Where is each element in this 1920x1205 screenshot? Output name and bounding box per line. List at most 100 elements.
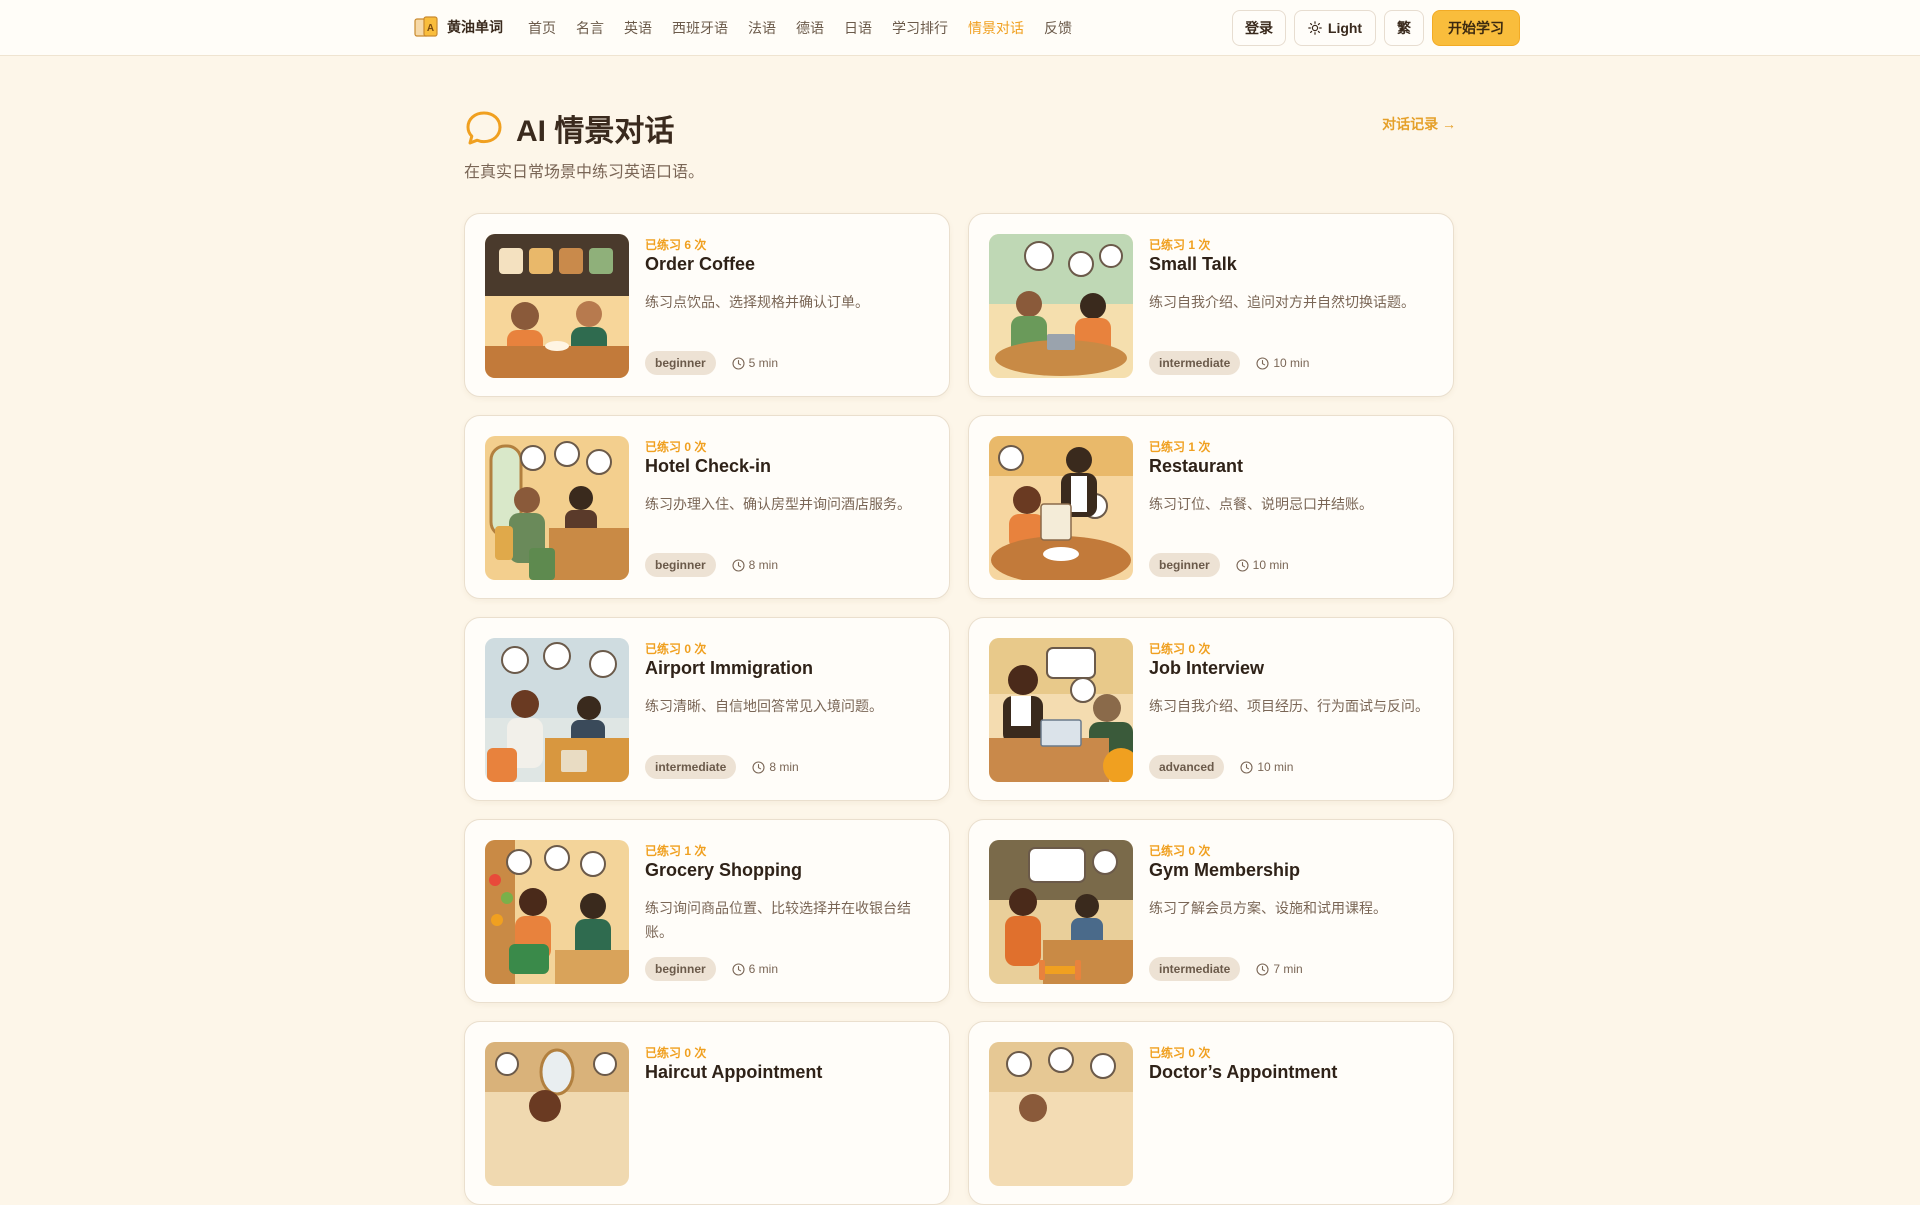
butter-logo-icon: A [414,16,438,37]
nav-spanish[interactable]: 西班牙语 [672,18,728,38]
duration: 10 min [1240,760,1293,774]
scenario-title: Restaurant [1149,456,1244,476]
practiced-count: 已练习 0 次 [645,642,707,656]
svg-text:A: A [427,23,434,34]
scenario-title: Airport Immigration [645,658,814,678]
level-badge: beginner [645,553,716,577]
coffee-scene-icon [485,234,629,378]
scenario-card-haircut-appointment[interactable]: 已练习 0 次 Haircut Appointment [464,1021,950,1205]
clock-icon [1236,558,1249,572]
scenario-description: 练习清晰、自信地回答常见入境问题。 [645,698,883,714]
gym-scene-icon [989,840,1133,984]
scenario-card-hotel-check-in[interactable]: 已练习 0 次 Hotel Check-in 练习办理入住、确认房型并询问酒店服… [464,415,950,599]
duration: 10 min [1256,356,1309,370]
clock-icon [752,760,765,774]
conversation-history-link[interactable]: 对话记录 → [1382,114,1456,134]
theme-label: Light [1327,20,1363,36]
practiced-count: 已练习 0 次 [1149,642,1211,656]
sun-icon [1308,21,1322,35]
speech-bubble-icon [466,111,502,145]
traditional-chinese-button[interactable]: 繁 [1384,10,1424,46]
scenario-title: Grocery Shopping [645,860,803,880]
scenario-title: Hotel Check-in [645,456,772,476]
scenario-meta: advanced 10 min [1149,755,1293,779]
nav-english[interactable]: 英语 [624,18,652,38]
scenario-meta: beginner 5 min [645,351,778,375]
nav-quotes[interactable]: 名言 [576,18,604,38]
scenario-meta: beginner 8 min [645,553,778,577]
chat-scene-icon [989,234,1133,378]
scenario-description: 练习了解会员方案、设施和试用课程。 [1149,900,1387,916]
duration-label: 8 min [748,558,779,572]
duration-label: 5 min [748,356,779,370]
scenario-card-order-coffee[interactable]: 已练习 6 次 Order Coffee 练习点饮品、选择规格并确认订单。 be… [464,213,950,397]
practiced-count: 已练习 0 次 [645,1046,707,1060]
level-badge: intermediate [1149,351,1241,375]
duration-label: 10 min [1252,558,1289,572]
scenario-meta: intermediate 10 min [1149,351,1309,375]
scenario-card-job-interview[interactable]: 已练习 0 次 Job Interview 练习自我介绍、项目经历、行为面试与反… [968,617,1454,801]
duration: 6 min [732,962,778,976]
practiced-count: 已练习 0 次 [1149,844,1211,858]
nav-scenario-dialogue[interactable]: 情景对话 [968,18,1024,38]
hotel-scene-icon [485,436,629,580]
interview-scene-icon [989,638,1133,782]
page-subtitle: 在真实日常场景中练习英语口语。 [464,164,705,181]
traditional-label: 繁 [1397,20,1411,36]
page-title: AI 情景对话 [516,115,675,148]
scenario-description: 练习询问商品位置、比较选择并在收银台结账。 [645,900,911,940]
scenario-meta: intermediate 7 min [1149,957,1303,981]
nav-home[interactable]: 首页 [528,18,556,38]
clock-icon [1256,356,1269,370]
practiced-count: 已练习 0 次 [1149,1046,1211,1060]
theme-toggle-button[interactable]: Light [1294,10,1376,46]
header-actions: 登录 Light 繁 开始学习 [1232,10,1520,46]
nav-feedback[interactable]: 反馈 [1044,18,1072,38]
level-badge: beginner [1149,553,1220,577]
scenario-description: 练习自我介绍、项目经历、行为面试与反问。 [1149,698,1429,714]
restaurant-scene-icon [989,436,1133,580]
scenario-title: Job Interview [1149,658,1265,678]
scenario-card-grocery-shopping[interactable]: 已练习 1 次 Grocery Shopping 练习询问商品位置、比较选择并在… [464,819,950,1003]
nav-japanese[interactable]: 日语 [844,18,872,38]
level-badge: intermediate [645,755,737,779]
scenario-card-small-talk[interactable]: 已练习 1 次 Small Talk 练习自我介绍、追问对方并自然切换话题。 i… [968,213,1454,397]
scenario-meta: beginner 6 min [645,957,778,981]
practiced-count: 已练习 6 次 [645,238,707,252]
scenario-meta: beginner 10 min [1149,553,1289,577]
scenario-card-restaurant[interactable]: 已练习 1 次 Restaurant 练习订位、点餐、说明忌口并结账。 begi… [968,415,1454,599]
duration: 5 min [732,356,778,370]
duration-label: 8 min [769,760,799,774]
duration-label: 10 min [1257,760,1294,774]
level-badge: beginner [645,957,716,981]
duration-label: 6 min [748,962,779,976]
nav-german[interactable]: 德语 [796,18,824,38]
clock-icon [732,962,745,976]
scenario-title: Order Coffee [645,254,756,274]
nav-french[interactable]: 法语 [748,18,776,38]
level-badge: intermediate [1149,957,1241,981]
practiced-count: 已练习 1 次 [1149,440,1211,454]
top-navigation-bar: A 黄油单词 首页 名言 英语 西班牙语 法语 德语 日语 学习排行 情景对话 … [0,0,1920,56]
brand-logo-link[interactable]: A 黄油单词 [413,14,503,40]
login-button[interactable]: 登录 [1232,10,1286,46]
brand-name: 黄油单词 [447,19,503,35]
clock-icon [732,356,745,370]
doctor-scene-icon [989,1042,1133,1186]
duration-label: 10 min [1273,356,1310,370]
practiced-count: 已练习 0 次 [645,440,707,454]
page-heading: AI 情景对话 [464,106,674,150]
scenario-meta: intermediate 8 min [645,755,799,779]
scenario-card-airport-immigration[interactable]: 已练习 0 次 Airport Immigration 练习清晰、自信地回答常见… [464,617,950,801]
grocery-scene-icon [485,840,629,984]
scenario-card-doctors-appointment[interactable]: 已练习 0 次 Doctor’s Appointment [968,1021,1454,1205]
login-label: 登录 [1245,20,1273,36]
start-learning-label: 开始学习 [1448,20,1504,36]
practiced-count: 已练习 1 次 [645,844,707,858]
scenario-description: 练习自我介绍、追问对方并自然切换话题。 [1149,294,1415,310]
nav-leaderboard[interactable]: 学习排行 [892,18,948,38]
level-badge: beginner [645,351,716,375]
level-badge: advanced [1149,755,1225,779]
scenario-card-gym-membership[interactable]: 已练习 0 次 Gym Membership 练习了解会员方案、设施和试用课程。… [968,819,1454,1003]
start-learning-button[interactable]: 开始学习 [1432,10,1520,46]
